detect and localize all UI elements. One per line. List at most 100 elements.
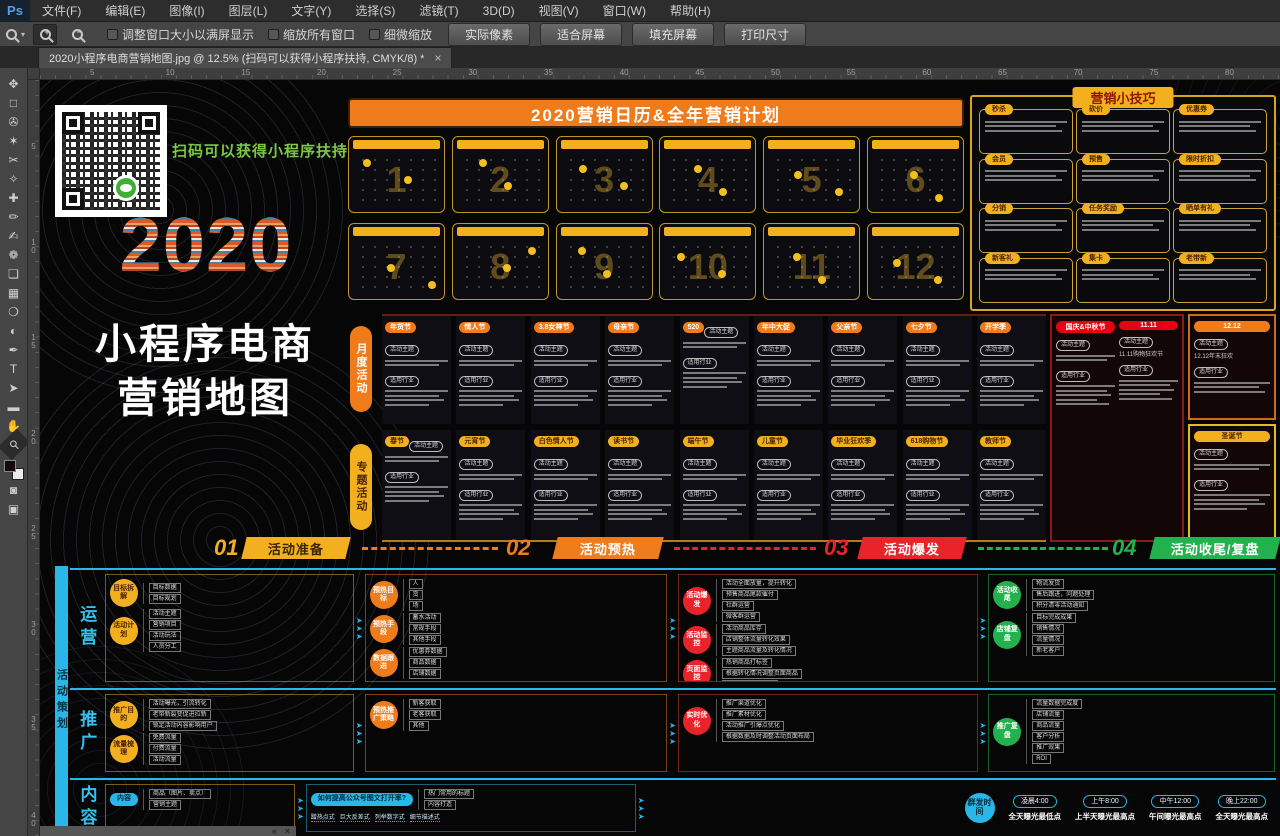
content-col-topics: 内容商品（图片、卖点）营销主题 <box>105 784 295 832</box>
clone-stamp-tool[interactable]: ✍ <box>1 226 27 245</box>
menu-item[interactable]: 滤镜(T) <box>407 0 470 22</box>
marquee-tool[interactable]: □ <box>1 93 27 112</box>
mindmap-item: 售后跟进，问题处理 <box>1032 590 1094 600</box>
move-tool[interactable]: ✥ <box>1 74 27 93</box>
text-lines <box>534 504 597 520</box>
dodge-tool[interactable]: ◐ <box>1 321 27 340</box>
eyedropper-tool[interactable]: ✧ <box>1 169 27 188</box>
menu-item[interactable]: 3D(D) <box>471 0 527 22</box>
theme-tag: 活动主题 <box>980 345 1014 356</box>
menu-item[interactable]: 文件(F) <box>30 0 93 22</box>
mindmap-cluster: 如何提高公众号图文打开率?热门常用的标题内容打造 <box>311 789 631 810</box>
option-checkbox[interactable]: 调整窗口大小以满屏显示 <box>107 26 254 43</box>
document-tab[interactable]: 2020小程序电商营销地图.jpg @ 12.5% (扫码可以获得小程序扶持, … <box>38 47 452 68</box>
tool-palette: ✥□✇✶✂✧✚✏✍❁❏▦❍◐✒T➤▬✋⚲◙▣ <box>0 68 28 836</box>
text-line <box>985 125 1056 127</box>
document-canvas[interactable]: 扫码可以获得小程序扶持 2020 小程序电商 营销地图 2020营销日历&全年营… <box>40 80 1280 836</box>
zoom-in-toggle[interactable]: + <box>33 24 57 45</box>
marketing-tip-label: 集卡 <box>1082 253 1110 264</box>
collapse-icon[interactable]: « <box>272 827 277 836</box>
path-selection-tool[interactable]: ➤ <box>1 378 27 397</box>
text-lines <box>1194 494 1270 510</box>
mindmap-cluster: 活动监控活动商品库存店铺整体流量转化效果主题商品流量及转化情况 <box>683 624 973 656</box>
eraser-tool[interactable]: ❏ <box>1 264 27 283</box>
menu-item[interactable]: 窗口(W) <box>591 0 658 22</box>
text-lines <box>1179 220 1261 231</box>
mindmap-items: 活动主题营销项目活动玩法人员分工 <box>143 609 349 652</box>
calendar-highlight-dot <box>479 159 487 167</box>
option-checkbox[interactable]: 细微缩放 <box>369 26 432 43</box>
text-line <box>1179 274 1250 276</box>
activity-column: 儿童节活动主题适用行业 <box>754 430 823 540</box>
mindmap-item: ROI <box>1032 754 1051 764</box>
special-activities-label: 专题活动 <box>350 444 372 530</box>
menu-item[interactable]: 选择(S) <box>343 0 407 22</box>
send-time-pill: 晚上22:00 <box>1218 795 1266 808</box>
phase-ribbon: 活动爆发 <box>857 537 966 559</box>
text-line <box>683 386 727 388</box>
text-line <box>1194 382 1270 384</box>
menu-item[interactable]: 文字(Y) <box>279 0 343 22</box>
theme-tag: 活动主题 <box>385 345 419 356</box>
marketing-tip-label: 晒单有礼 <box>1179 203 1221 214</box>
gradient-tool[interactable]: ▦ <box>1 283 27 302</box>
mindmap-item: 活动玩法 <box>149 631 181 641</box>
magic-wand-tool[interactable]: ✶ <box>1 131 27 150</box>
text-line <box>683 372 746 374</box>
checkbox-label: 细微缩放 <box>384 26 432 43</box>
brush-tool[interactable]: ✏ <box>1 207 27 226</box>
activity-pill: 年中大促 <box>757 322 795 333</box>
text-lines <box>985 170 1067 181</box>
screen-mode-icon[interactable]: ▣ <box>1 499 27 518</box>
mindmap-item: 营销项目 <box>149 620 181 630</box>
checkbox-box[interactable] <box>369 29 380 40</box>
text-line <box>459 474 522 476</box>
options-button[interactable]: 实际像素 <box>448 23 530 46</box>
send-time-note: 上半天曝光最高点 <box>1075 811 1135 822</box>
operations-col-prepare: 目标拆解目标数据目标规划活动计划活动主题营销项目活动玩法人员分工 <box>105 574 354 682</box>
chevron-down-icon[interactable]: ▾ <box>21 30 25 39</box>
marketing-tip-card: 会员 <box>979 159 1073 204</box>
text-line <box>980 364 1034 366</box>
mindmap-item: 活动全面放量，提升转化 <box>722 579 796 589</box>
blur-tool[interactable]: ❍ <box>1 302 27 321</box>
text-lines <box>1194 464 1270 471</box>
options-button[interactable]: 打印尺寸 <box>724 23 806 46</box>
quick-mask-icon[interactable]: ◙ <box>1 480 27 499</box>
color-swatches[interactable] <box>4 460 24 480</box>
menu-item[interactable]: 图层(L) <box>217 0 280 22</box>
healing-brush-tool[interactable]: ✚ <box>1 188 27 207</box>
options-button[interactable]: 填充屏幕 <box>632 23 714 46</box>
menu-item[interactable]: 图像(I) <box>157 0 216 22</box>
monthly-activities-row: 年货节活动主题适用行业情人节活动主题适用行业3.8女神节活动主题适用行业母亲节活… <box>382 314 1046 424</box>
text-line <box>1119 380 1178 382</box>
checkbox-box[interactable] <box>268 29 279 40</box>
marketing-tip-card: 秒杀 <box>979 109 1073 154</box>
close-icon[interactable]: × <box>285 827 290 836</box>
theme-tag: 活动主题 <box>906 345 940 356</box>
lasso-tool[interactable]: ✇ <box>1 112 27 131</box>
foreground-color-swatch[interactable] <box>4 460 16 472</box>
type-tool[interactable]: T <box>1 359 27 378</box>
crop-tool[interactable]: ✂ <box>1 150 27 169</box>
pen-tool[interactable]: ✒ <box>1 340 27 359</box>
mindmap-item: 其他手段 <box>409 635 441 645</box>
shape-tool[interactable]: ▬ <box>1 397 27 416</box>
menu-item[interactable]: 帮助(H) <box>658 0 723 22</box>
industry-tag: 适用行业 <box>608 376 642 387</box>
mindmap-item: 货 <box>409 590 423 600</box>
history-brush-tool[interactable]: ❁ <box>1 245 27 264</box>
zoom-out-toggle[interactable]: − <box>65 24 89 45</box>
menu-item[interactable]: 编辑(E) <box>93 0 157 22</box>
activity-column: 年货节活动主题适用行业 <box>382 316 451 424</box>
menu-item[interactable]: 视图(V) <box>527 0 591 22</box>
checkbox-box[interactable] <box>107 29 118 40</box>
canvas-status-strip[interactable]: « × <box>40 826 296 836</box>
mindmap-node: 如何提高公众号图文打开率? <box>311 793 413 805</box>
close-icon[interactable]: × <box>434 51 441 65</box>
option-checkbox[interactable]: 缩放所有窗口 <box>268 26 355 43</box>
options-button[interactable]: 适合屏幕 <box>540 23 622 46</box>
calendar-highlight-dot <box>910 171 918 179</box>
text-lines <box>459 504 522 520</box>
text-line <box>906 399 965 401</box>
